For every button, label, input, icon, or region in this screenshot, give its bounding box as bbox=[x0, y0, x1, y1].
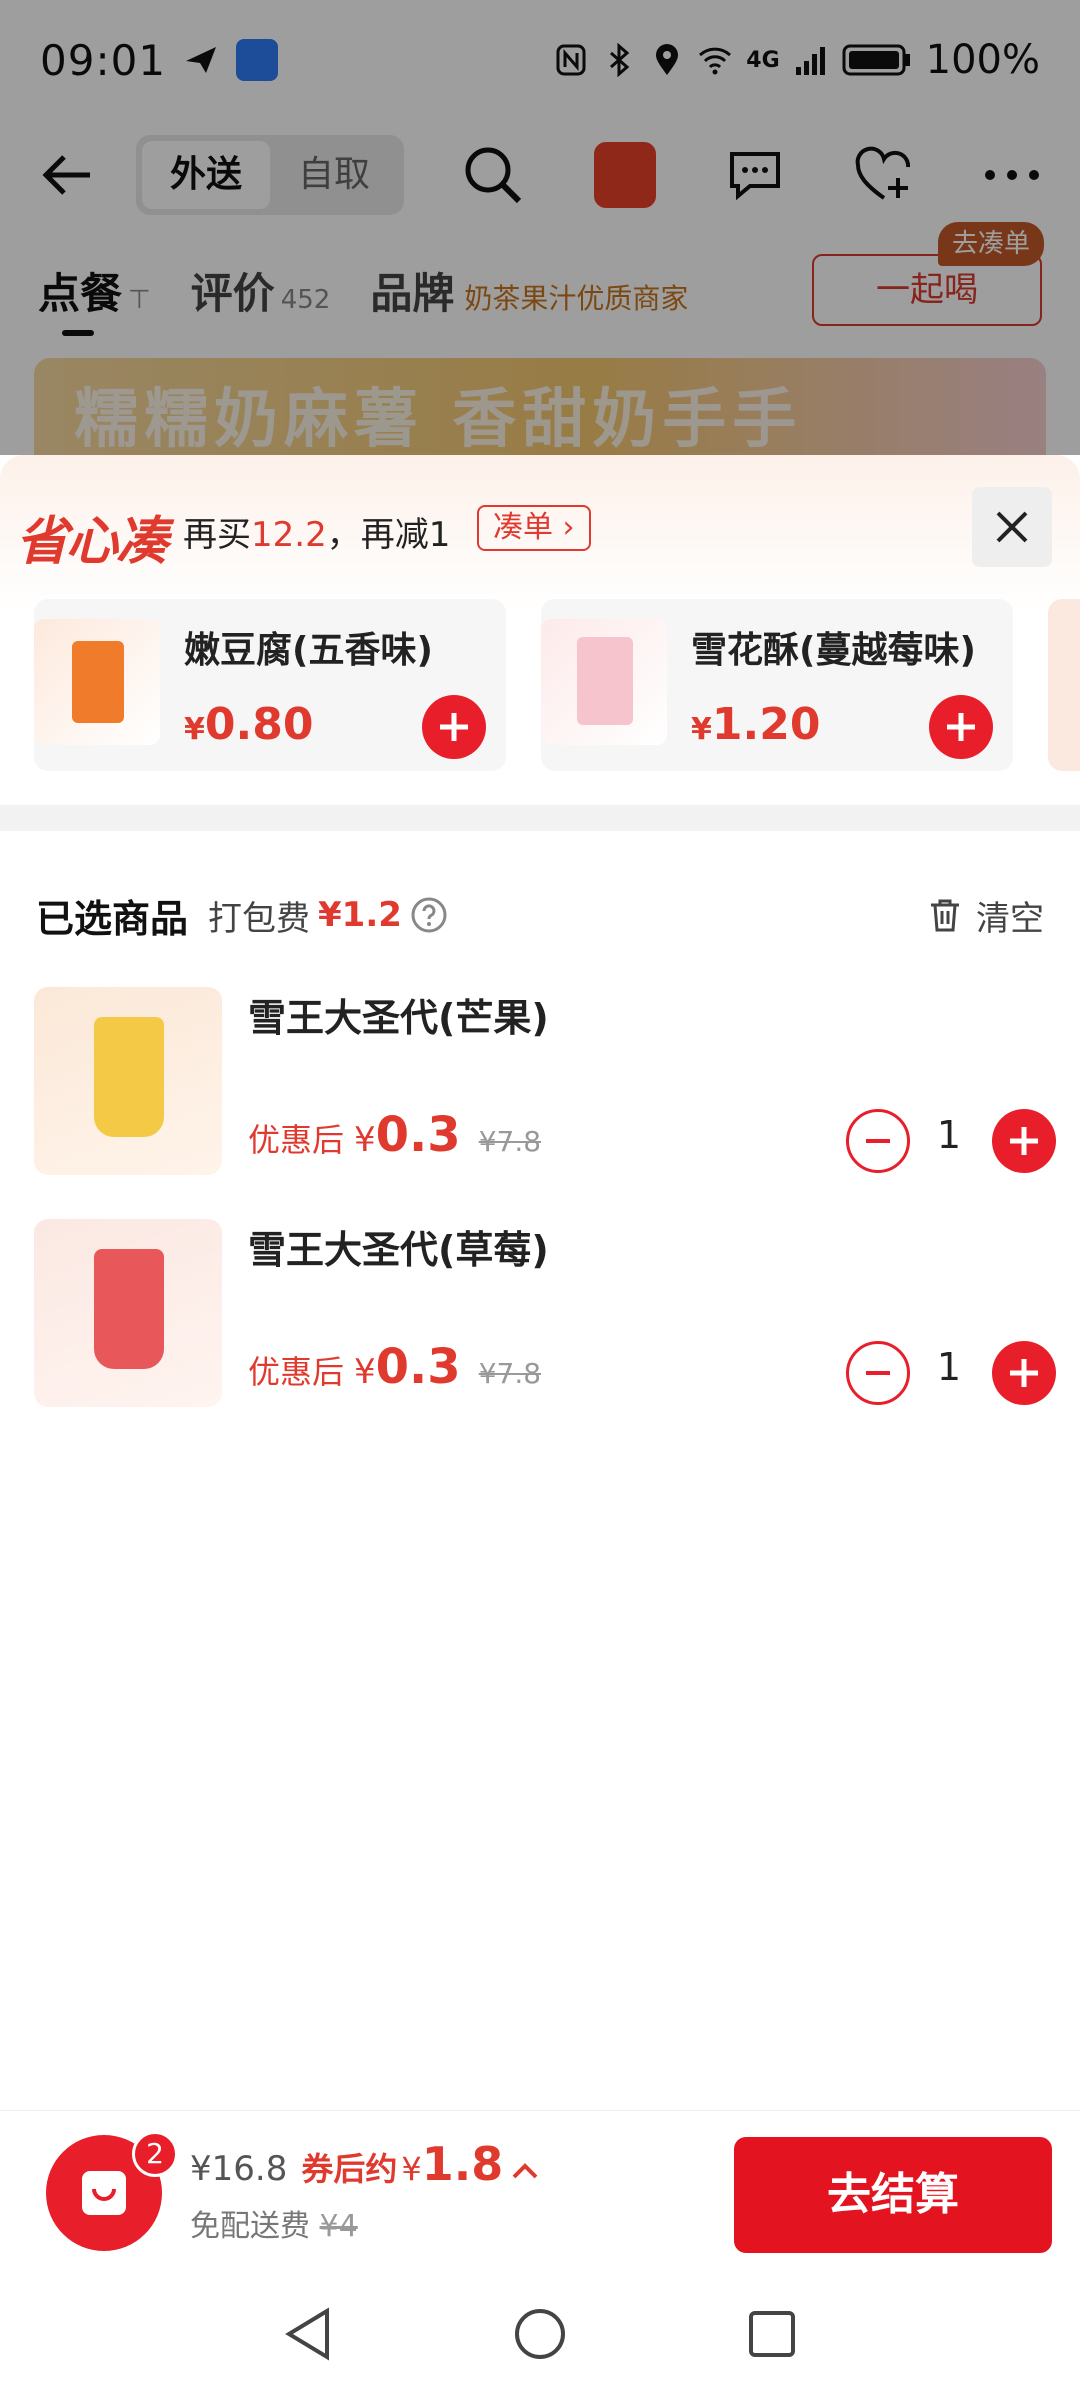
recommend-price: ¥0.80 bbox=[184, 699, 313, 750]
after-coupon-currency: ¥ bbox=[401, 2150, 422, 2188]
item-name: 雪王大圣代(芒果) bbox=[248, 996, 549, 1040]
packing-fee-label: 打包费 bbox=[208, 898, 311, 939]
discount-label: 优惠后 bbox=[248, 1121, 345, 1159]
increase-button[interactable] bbox=[992, 1341, 1056, 1405]
discount-label: 优惠后 bbox=[248, 1353, 345, 1391]
after-coupon-label: 券后约 bbox=[301, 2150, 398, 2188]
chevron-up-icon bbox=[512, 2163, 538, 2179]
promo-text-suffix: ，再减1 bbox=[326, 515, 451, 555]
minus-icon bbox=[866, 1139, 890, 1143]
decrease-button[interactable] bbox=[846, 1341, 910, 1405]
promo-amount: 12.2 bbox=[251, 515, 327, 555]
item-price: 优惠后 ¥ 0.3 ¥7.8 bbox=[248, 1107, 541, 1163]
shipping-original: ¥4 bbox=[319, 2209, 358, 2244]
price-currency: ¥ bbox=[354, 1352, 376, 1392]
section-divider bbox=[0, 805, 1080, 831]
price-value: 0.3 bbox=[375, 1107, 461, 1163]
clear-button[interactable]: 清空 bbox=[928, 891, 1044, 940]
recommend-card-partial[interactable] bbox=[1048, 599, 1080, 771]
cart-item: 雪王大圣代(草莓) 优惠后 ¥ 0.3 ¥7.8 1 bbox=[34, 1219, 1056, 1409]
original-price: ¥7.8 bbox=[478, 1357, 542, 1390]
recommend-card[interactable]: 嫩豆腐(五香味) ¥0.80 bbox=[34, 599, 506, 771]
recommend-currency: ¥ bbox=[691, 712, 712, 747]
plus-icon bbox=[1010, 1127, 1038, 1155]
cart-item: 雪王大圣代(芒果) 优惠后 ¥ 0.3 ¥7.8 1 bbox=[34, 987, 1056, 1177]
shipping-label: 免配送费 bbox=[190, 2209, 310, 2244]
cart-summary[interactable]: ¥16.8 券后约 ¥ 1.8 bbox=[190, 2137, 539, 2191]
trash-icon bbox=[931, 899, 959, 932]
promo-text-prefix: 再买 bbox=[183, 515, 251, 555]
item-quantity: 1 bbox=[936, 1113, 962, 1157]
price-value: 0.3 bbox=[375, 1339, 461, 1395]
add-button[interactable] bbox=[422, 695, 486, 759]
recommend-thumb bbox=[34, 619, 160, 745]
add-button[interactable] bbox=[929, 695, 993, 759]
recommend-card[interactable]: 雪花酥(蔓越莓味) ¥1.20 bbox=[541, 599, 1013, 771]
bundle-button[interactable]: 凑单 › bbox=[477, 505, 591, 551]
shipping-info: 免配送费 ¥4 bbox=[190, 2201, 358, 2245]
cart-button[interactable]: 2 bbox=[46, 2131, 178, 2251]
bundle-promo-text: 再买12.2，再减1 bbox=[183, 507, 450, 556]
item-image bbox=[34, 1219, 222, 1407]
back-nav-icon[interactable] bbox=[283, 2307, 333, 2361]
item-price: 优惠后 ¥ 0.3 ¥7.8 bbox=[248, 1339, 541, 1395]
recommend-price: ¥1.20 bbox=[691, 699, 820, 750]
recommend-price-value: 1.20 bbox=[711, 699, 821, 750]
modal-overlay[interactable] bbox=[0, 0, 1080, 455]
plus-icon bbox=[440, 713, 468, 741]
recommend-name: 嫩豆腐(五香味) bbox=[184, 630, 433, 671]
selected-title: 已选商品 bbox=[36, 896, 189, 941]
item-quantity: 1 bbox=[936, 1345, 962, 1389]
store-page-background: 09:01 4G 100% 外送 自取 点餐 ⊤ 评价 452 品牌 奶茶果汁优… bbox=[0, 0, 1080, 478]
clear-label: 清空 bbox=[976, 898, 1044, 939]
home-nav-icon[interactable] bbox=[513, 2307, 567, 2361]
system-nav-bar bbox=[0, 2280, 1080, 2388]
packing-fee-value: ¥1.2 bbox=[318, 895, 402, 935]
increase-button[interactable] bbox=[992, 1109, 1056, 1173]
decrease-button[interactable] bbox=[846, 1109, 910, 1173]
price-currency: ¥ bbox=[354, 1120, 376, 1160]
after-coupon-value: 1.8 bbox=[421, 2137, 504, 2191]
minus-icon bbox=[866, 1371, 890, 1375]
recommend-price-value: 0.80 bbox=[204, 699, 314, 750]
close-icon bbox=[996, 511, 1028, 543]
help-icon[interactable] bbox=[410, 896, 448, 934]
shopping-bag-icon bbox=[82, 2171, 126, 2215]
recents-nav-icon[interactable] bbox=[747, 2309, 797, 2359]
recommend-name: 雪花酥(蔓越莓味) bbox=[691, 630, 976, 671]
checkout-button[interactable]: 去结算 bbox=[734, 2137, 1052, 2253]
bundle-promo-section: 省心凑 再买12.2，再减1 凑单 › 嫩豆腐(五香味) ¥0.80 雪花酥(蔓… bbox=[0, 455, 1080, 805]
item-name: 雪王大圣代(草莓) bbox=[248, 1228, 549, 1272]
plus-icon bbox=[947, 713, 975, 741]
cart-count-badge: 2 bbox=[132, 2131, 178, 2177]
original-price: ¥7.8 bbox=[478, 1125, 542, 1158]
plus-icon bbox=[1010, 1359, 1038, 1387]
cart-sheet: 省心凑 再买12.2，再减1 凑单 › 嫩豆腐(五香味) ¥0.80 雪花酥(蔓… bbox=[0, 455, 1080, 2388]
bundle-logo: 省心凑 bbox=[16, 512, 168, 572]
selected-header: 已选商品 打包费 ¥1.2 清空 bbox=[36, 885, 1044, 945]
checkout-bar: 2 ¥16.8 券后约 ¥ 1.8 免配送费 ¥4 去结算 bbox=[0, 2110, 1080, 2280]
item-image bbox=[34, 987, 222, 1175]
cart-total: ¥16.8 bbox=[190, 2149, 288, 2189]
recommend-currency: ¥ bbox=[184, 712, 205, 747]
close-button[interactable] bbox=[972, 487, 1052, 567]
recommend-thumb bbox=[541, 619, 667, 745]
